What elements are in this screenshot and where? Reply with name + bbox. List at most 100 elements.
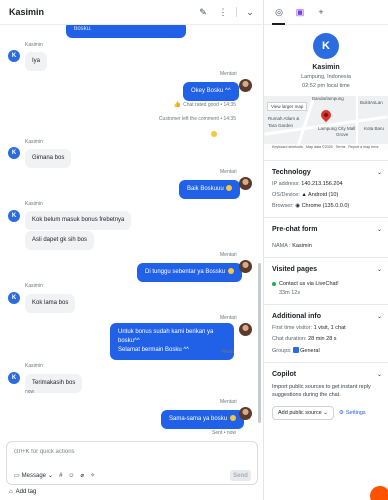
browser-label: Browser:	[272, 203, 294, 209]
comment-note: Customer left the comment • 14:35	[158, 116, 236, 122]
map-footer-link[interactable]: Terms	[336, 145, 346, 149]
message-text: Sama-sama ya bosku	[169, 416, 228, 422]
help-fab-button[interactable]	[370, 486, 388, 500]
location-map[interactable]: View larger map Bandarlampung BukitAsLan…	[264, 96, 388, 150]
prechat-section: Pre-chat form ⌄ NAMA : Kasimin	[264, 217, 388, 257]
chevron-down-icon[interactable]: ⌄	[377, 226, 382, 233]
message-list[interactable]: bosku. Kasimin K Iya Mentari Okey Bosku …	[0, 25, 263, 438]
app-icon[interactable]: ▣	[294, 6, 306, 18]
hash-icon[interactable]: #	[59, 473, 62, 479]
chat-rating: 👍 Chat rated good • 14:35	[120, 101, 236, 109]
chat-header: Kasimin ✎ ⋮ ⌄	[0, 0, 263, 25]
section-title: Visited pages	[272, 266, 318, 273]
plus-icon[interactable]: +	[315, 6, 327, 18]
map-label: Bandarlampung	[312, 96, 344, 101]
chevron-down-icon[interactable]: ⌄	[377, 371, 382, 378]
customer-info-icon[interactable]: ◎	[273, 6, 285, 18]
sender-name: Kasimin	[25, 283, 43, 289]
add-tag-label: Add tag	[15, 489, 37, 495]
sender-name: Mentari	[220, 71, 237, 77]
map-footer-link[interactable]: Report a map error	[348, 145, 378, 149]
copilot-description: Import public sources to get instant rep…	[272, 384, 371, 398]
group-badge-icon	[293, 347, 300, 353]
map-label: Kota Baru	[364, 126, 385, 131]
map-label: Grove	[336, 132, 349, 137]
android-icon: ▲	[301, 192, 307, 198]
composer-toolbar: ▭ Message ⌄ # ☺ ⌀ ✧	[14, 472, 95, 480]
rating-text: Chat rated good • 14:35	[183, 101, 236, 108]
customer-avatar: K	[8, 372, 20, 384]
chevron-down-icon[interactable]: ⌄	[377, 266, 382, 273]
active-tab-indicator	[272, 23, 285, 25]
message-text: Untuk bonus sudah kami berikan ya bosku^…	[118, 329, 214, 344]
chat-bubble-icon: ▭	[14, 473, 20, 479]
customer-profile: K Kasimin Lampung, Indonesia 02:52 pm lo…	[264, 25, 388, 89]
map-pin-icon	[318, 107, 334, 123]
message-bubble-agent: Baik Boskuuu	[179, 180, 241, 199]
sender-name: Mentari	[220, 252, 237, 258]
add-public-source-button[interactable]: Add public source ⌄	[272, 405, 334, 420]
section-title: Technology	[272, 169, 311, 176]
customer-avatar: K	[8, 50, 20, 62]
message-text: Selamat bermain Bosku ^^	[118, 347, 189, 353]
first-visit-value: 1 visit, 1 chat	[313, 325, 346, 331]
chevron-down-icon[interactable]: ⌄	[377, 313, 382, 320]
section-title: Pre-chat form	[272, 226, 318, 233]
view-larger-map-link[interactable]: View larger map	[267, 102, 308, 111]
sender-name: Kasimin	[25, 42, 43, 48]
thumbs-up-icon: 👍	[173, 102, 182, 108]
map-label: Rumah Atlam &	[268, 116, 300, 121]
map-label: BukitAsLan	[360, 100, 383, 105]
customer-name: Kasimin	[312, 64, 340, 71]
message-type-dropdown[interactable]: ▭ Message ⌄	[14, 472, 53, 480]
settings-label: Settings	[345, 409, 366, 416]
sender-name: Kasimin	[25, 363, 43, 369]
send-button[interactable]: Send	[230, 470, 251, 481]
details-tabs: ◎ ▣ +	[264, 0, 388, 25]
sender-name: Kasimin	[25, 139, 43, 145]
message-bubble-customer: Iya	[25, 52, 48, 71]
prechat-field-label: NAMA :	[272, 243, 291, 249]
customer-avatar-large: K	[313, 33, 339, 59]
message-input[interactable]	[14, 449, 252, 455]
duration-value: 28 min 28 s	[308, 336, 337, 342]
visited-pages-section: Visited pages ⌄ Contact us via LiveChat!…	[264, 257, 388, 304]
online-dot-icon	[272, 282, 276, 286]
customer-avatar: K	[8, 147, 20, 159]
chrome-icon: ◉	[295, 203, 301, 209]
attachment-icon[interactable]: ⌀	[81, 472, 85, 479]
technology-section: Technology ⌄ IP address: 140.213.156.204…	[264, 160, 388, 217]
chat-pane: Kasimin ✎ ⋮ ⌄ bosku. Kasimin K Iya Menta…	[0, 0, 264, 500]
ip-value: 140.213.156.204	[301, 181, 343, 187]
chevron-down-icon: ⌄	[323, 409, 328, 416]
groups-value: General	[300, 348, 320, 354]
message-text: bosku.	[74, 26, 92, 32]
agent-avatar	[239, 79, 252, 92]
message-bubble-agent: Okey Bosku ^^	[183, 82, 239, 101]
header-divider	[236, 7, 237, 17]
map-footer-link[interactable]: Keyboard shortcuts	[272, 145, 303, 149]
visited-duration: 33m 12s	[279, 290, 301, 296]
message-type-label: Message	[21, 472, 47, 479]
emoji-icon	[229, 415, 236, 421]
chevron-down-icon[interactable]: ⌄	[243, 5, 257, 19]
emoji-picker-icon[interactable]: ☺	[68, 473, 74, 479]
chevron-down-icon[interactable]: ⌄	[377, 169, 382, 176]
visited-page-link[interactable]: Contact us via LiveChat!	[279, 281, 339, 287]
chat-title: Kasimin	[9, 7, 45, 17]
add-tag-button[interactable]: ⌂ Add tag	[9, 489, 36, 495]
copilot-settings-link[interactable]: ⚙ Settings	[339, 410, 366, 416]
section-title: Copilot	[272, 371, 297, 378]
browser-value: Chrome (135.0.0.0)	[301, 203, 350, 209]
customer-avatar: K	[8, 292, 20, 304]
scrollbar[interactable]	[258, 263, 261, 423]
agent-avatar	[239, 177, 252, 190]
message-status: Read	[222, 349, 234, 355]
message-bubble-agent: bosku.	[66, 25, 186, 38]
more-icon[interactable]: ⋮	[216, 5, 230, 19]
message-text: Di tunggu sebentar ya Bossku	[145, 269, 226, 275]
sparkle-icon[interactable]: ✧	[90, 472, 95, 479]
edit-icon[interactable]: ✎	[196, 5, 210, 19]
tag-icon: ⌂	[9, 489, 13, 495]
map-footer: Keyboard shortcuts Map data ©2025 Terms …	[264, 144, 388, 150]
